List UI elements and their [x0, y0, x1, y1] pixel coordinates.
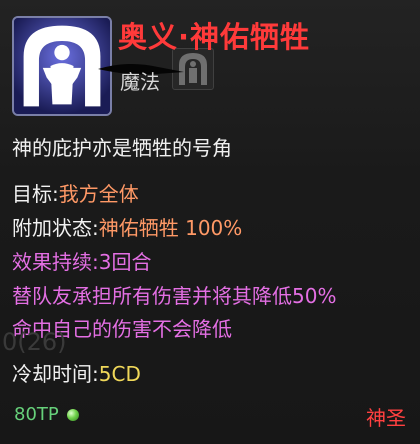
- status-label: 附加状态:: [12, 216, 99, 240]
- status-value: 神佑牺牲 100%: [98, 216, 243, 240]
- target-label: 目标:: [12, 182, 59, 206]
- status-row: 附加状态:神佑牺牲 100%: [12, 212, 242, 241]
- skill-tooltip: 奥义·神佑牺牲 魔法 神的庇护亦是牺牲的号角 目标:我方全体 附加状态:神佑牺牲…: [0, 0, 420, 444]
- skill-category: 魔法: [120, 70, 160, 94]
- tp-orb-icon: [66, 408, 79, 421]
- cooldown-label: 冷却时间:: [12, 362, 99, 386]
- duration-row: 效果持续:3回合: [12, 246, 151, 275]
- target-row: 目标:我方全体: [12, 178, 139, 207]
- tp-cost: 80TP: [14, 404, 79, 425]
- skill-description: 神的庇护亦是牺牲的号角: [12, 136, 232, 160]
- target-value: 我方全体: [58, 182, 139, 206]
- duration-value: 3回合: [98, 250, 152, 274]
- skill-name: 奥义·神佑牺牲: [118, 20, 311, 54]
- tp-cost-value: 80TP: [14, 404, 59, 425]
- duration-label: 效果持续:: [12, 250, 99, 274]
- sacrifice-figure-icon: [12, 16, 112, 116]
- skill-school: 神圣: [366, 406, 406, 430]
- cooldown-row: 冷却时间:5CD: [12, 358, 141, 387]
- cooldown-value: 5CD: [98, 362, 141, 386]
- faint-counter: 0(26): [2, 328, 67, 356]
- effect-line-1: 替队友承担所有伤害并将其降低50%: [12, 284, 337, 308]
